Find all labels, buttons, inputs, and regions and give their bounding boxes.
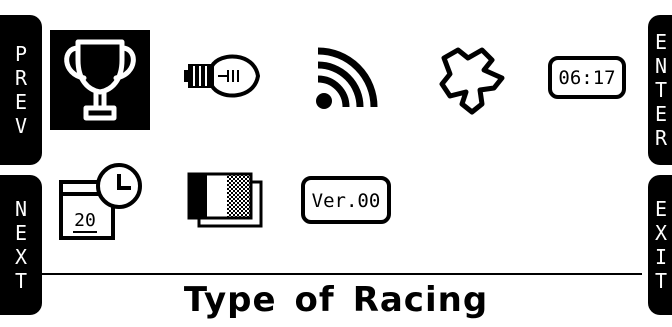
version-text: Ver.00 (312, 190, 381, 212)
page-title: Type of Racing (0, 280, 672, 320)
clock-display-text: 06:17 (558, 67, 615, 89)
lcd-screen: P R E V N E X T E N T E R E X I T 06:17 … (0, 0, 672, 327)
calendar-day: 20 (74, 210, 96, 231)
prev-letter: E (14, 90, 28, 114)
trophy-icon[interactable] (50, 30, 150, 130)
enter-letter: N (654, 54, 668, 78)
enter-letter: T (654, 78, 668, 102)
version-icon[interactable]: Ver.00 (300, 175, 392, 225)
next-letter: E (14, 221, 28, 245)
contrast-icon[interactable] (185, 170, 265, 230)
title-word: Racing (352, 280, 489, 320)
exit-letter: X (654, 221, 668, 245)
title-word: Type (183, 280, 277, 320)
exit-letter: E (654, 197, 668, 221)
calendar-clock-icon[interactable]: 20 (55, 160, 145, 245)
divider (40, 273, 642, 275)
next-letter: N (14, 197, 28, 221)
clock-display-icon[interactable]: 06:17 (547, 55, 627, 100)
enter-letter: E (654, 102, 668, 126)
enter-letter: E (654, 30, 668, 54)
enter-letter: R (654, 126, 668, 150)
next-letter: X (14, 245, 28, 269)
title-word: of (294, 280, 335, 320)
prev-letter: R (14, 66, 28, 90)
prev-letter: P (14, 42, 28, 66)
exit-letter: I (654, 245, 668, 269)
track-map-icon[interactable] (432, 40, 512, 120)
enter-button[interactable]: E N T E R (648, 15, 672, 165)
prev-button[interactable]: P R E V (0, 15, 42, 165)
signal-icon[interactable] (310, 45, 385, 115)
prev-letter: V (14, 114, 28, 138)
lamp-icon[interactable] (182, 50, 262, 110)
